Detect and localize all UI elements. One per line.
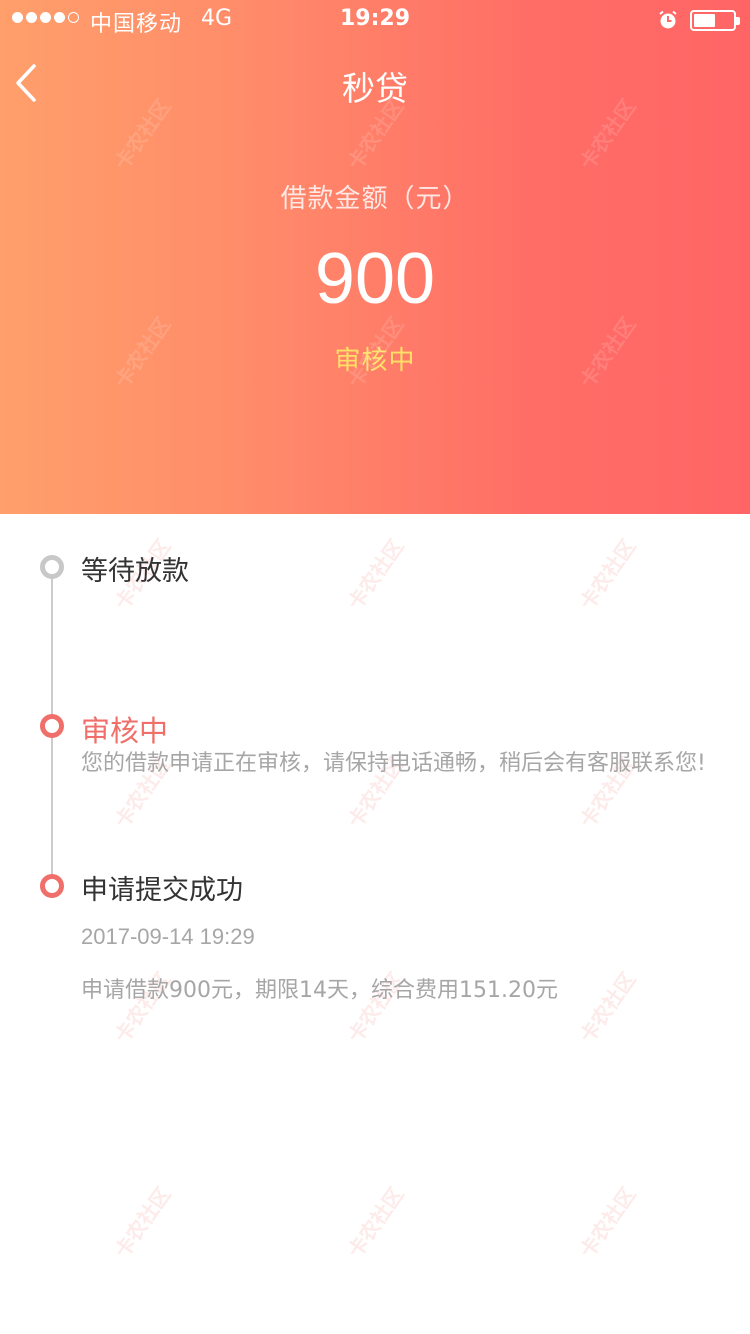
watermark: 卡农社区: [342, 534, 409, 615]
step-title-waiting-disbursement: 等待放款: [81, 556, 189, 587]
step-title-under-review: 审核中: [81, 714, 169, 748]
battery-icon: [690, 10, 740, 31]
timeline-node-pending: [40, 555, 64, 579]
loan-header: 中国移动 4G 19:29 秒贷 借款金额（元） 900 审核中 卡农社区 卡农…: [0, 0, 750, 514]
submission-timestamp: 2017-09-14 19:29: [81, 924, 255, 949]
loan-status: 审核中: [334, 346, 416, 376]
alarm-icon: [659, 10, 677, 29]
watermark: 卡农社区: [574, 534, 641, 615]
watermark: 卡农社区: [574, 752, 641, 833]
loan-application-detail: 申请借款900元，期限14天，综合费用151.20元: [81, 978, 558, 1003]
watermark: 卡农社区: [342, 1182, 409, 1263]
step-description-under-review: 您的借款申请正在审核，请保持电话通畅，稍后会有客服联系您!: [81, 751, 706, 776]
page-title: 秒贷: [342, 69, 408, 108]
status-time: 19:29: [339, 6, 411, 31]
step-title-submitted: 申请提交成功: [81, 875, 243, 906]
timeline-node-active: [40, 714, 64, 738]
status-bar: 中国移动 4G 19:29: [0, 0, 750, 40]
watermark: 卡农社区: [342, 752, 409, 833]
amount-label: 借款金额（元）: [280, 184, 470, 214]
watermark: 卡农社区: [574, 1182, 641, 1263]
timeline-node-submitted: [40, 874, 64, 898]
watermark: 卡农社区: [109, 1182, 176, 1263]
loan-amount: 900: [314, 239, 436, 319]
watermark: 卡农社区: [574, 967, 641, 1048]
